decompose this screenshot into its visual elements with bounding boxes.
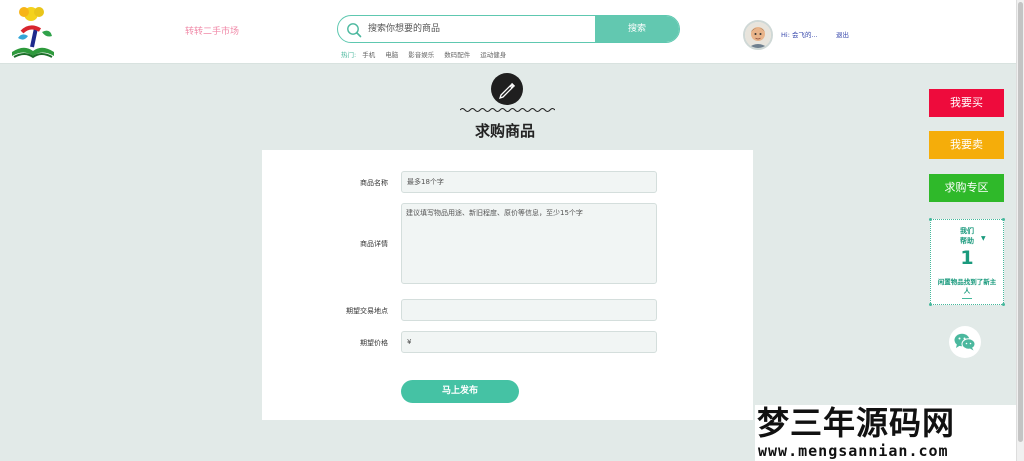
caret-down-icon: ▼ bbox=[981, 235, 986, 242]
hot-search-row: 热门: 手机 电脑 影音娱乐 数码配件 运动健身 bbox=[341, 49, 506, 59]
page-title: 求购商品 bbox=[474, 122, 535, 140]
location-input[interactable] bbox=[401, 299, 657, 321]
want-sell-button[interactable]: 我要卖 bbox=[929, 131, 1004, 159]
search-icon bbox=[346, 22, 362, 38]
search-input[interactable] bbox=[368, 16, 596, 42]
corner-dot bbox=[1002, 303, 1005, 306]
hot-link-sports[interactable]: 运动健身 bbox=[480, 49, 506, 59]
help-stats-box: 我们 帮助 ▼ 1 闲置物品找到了新主人 bbox=[929, 218, 1005, 306]
item-detail-textarea[interactable] bbox=[401, 203, 657, 284]
help-line-1: 我们 bbox=[960, 226, 974, 235]
name-label: 商品名称 bbox=[360, 179, 388, 187]
hot-link-accessories[interactable]: 数码配件 bbox=[444, 49, 470, 59]
help-description: 闲置物品找到了新主人 bbox=[937, 278, 997, 295]
pencil-icon bbox=[491, 73, 523, 105]
hot-link-entertainment[interactable]: 影音娱乐 bbox=[408, 49, 434, 59]
location-label: 期望交易地点 bbox=[346, 307, 388, 315]
hot-link-phone[interactable]: 手机 bbox=[362, 49, 375, 59]
avatar[interactable] bbox=[743, 20, 773, 50]
corner-dot bbox=[929, 218, 932, 221]
site-name[interactable]: 转转二手市场 bbox=[185, 24, 239, 37]
corner-dot bbox=[929, 303, 932, 306]
hot-link-computer[interactable]: 电脑 bbox=[385, 49, 398, 59]
hot-label: 热门: bbox=[341, 51, 357, 59]
want-buy-button[interactable]: 我要买 bbox=[929, 89, 1004, 117]
corner-dot bbox=[1002, 218, 1005, 221]
help-line-2: 帮助 bbox=[960, 236, 974, 245]
title-wave-divider bbox=[460, 108, 555, 112]
wechat-icon[interactable] bbox=[949, 326, 981, 358]
watermark-url: www.mengsannian.com bbox=[758, 442, 949, 460]
help-underline bbox=[962, 298, 972, 299]
price-label: 期望价格 bbox=[360, 339, 388, 347]
publish-button[interactable]: 马上发布 bbox=[401, 380, 519, 403]
logout-link[interactable]: 退出 bbox=[836, 29, 849, 39]
help-count: 1 bbox=[960, 247, 974, 269]
user-greeting[interactable]: Hi: 会飞的... bbox=[781, 29, 818, 39]
wanted-zone-button[interactable]: 求购专区 bbox=[929, 174, 1004, 202]
watermark-title: 梦三年源码网 bbox=[757, 404, 956, 442]
vertical-scrollbar[interactable] bbox=[1016, 0, 1024, 461]
search-button[interactable]: 搜索 bbox=[595, 16, 679, 42]
site-logo[interactable] bbox=[6, 2, 60, 60]
search-box: 搜索 bbox=[337, 15, 680, 43]
scrollbar-thumb[interactable] bbox=[1018, 2, 1023, 442]
header: 转转二手市场 搜索 热门: 手机 电脑 影音娱乐 数码配件 运动健身 Hi: 会… bbox=[0, 0, 1016, 64]
item-name-input[interactable] bbox=[401, 171, 657, 193]
detail-label: 商品详情 bbox=[360, 240, 388, 248]
price-input[interactable] bbox=[401, 331, 657, 353]
